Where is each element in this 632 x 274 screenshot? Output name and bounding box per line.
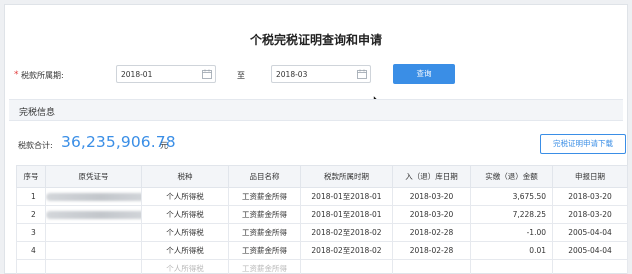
row-number [16, 259, 46, 274]
tax-type: 个人所得税 [141, 187, 229, 206]
total-summary: 税款合计: 36,235,906.78 元 完税证明申请下载 [5, 129, 627, 157]
section-title: 完税信息 [19, 108, 56, 118]
calendar-icon[interactable] [202, 69, 212, 79]
app-frame: 个税完税证明查询和申请 * 税款所属期: 2018-01 至 2018-03 查… [4, 4, 628, 274]
required-mark: * [14, 70, 19, 80]
column-header: 税种 [141, 165, 229, 188]
storage-date: 2018-03-20 [392, 187, 471, 206]
paid-amount: 0.01 [470, 241, 553, 260]
search-button[interactable]: 查询 [393, 64, 455, 84]
start-date-input[interactable]: 2018-01 [116, 65, 216, 83]
voucher-number [45, 259, 142, 274]
item-name: 工资薪金所得 [228, 241, 301, 260]
voucher-number [45, 223, 142, 242]
declare-date: 2005-04-04 [552, 223, 628, 242]
item-name: 工资薪金所得 [228, 259, 301, 274]
declare-date: 2018-03-20 [552, 187, 628, 206]
start-date-value: 2018-01 [121, 70, 153, 79]
voucher-number [45, 241, 142, 260]
currency-unit: 元 [160, 141, 168, 150]
table-row[interactable]: 2 个人所得税 工资薪金所得 2018-01至2018-01 2018-03-2… [16, 205, 628, 224]
tax-type: 个人所得税 [141, 223, 229, 242]
tax-period: 2018-02至2018-02 [300, 241, 393, 260]
column-header: 申报日期 [552, 165, 628, 188]
paid-amount: 7,228.25 [470, 205, 553, 224]
column-header: 原凭证号 [45, 165, 142, 188]
row-number: 1 [16, 187, 46, 206]
item-name: 工资薪金所得 [228, 205, 301, 224]
table-row[interactable]: 个人所得税 工资薪金所得 [16, 259, 628, 274]
calendar-icon[interactable] [357, 69, 367, 79]
item-name: 工资薪金所得 [228, 223, 301, 242]
table-row[interactable]: 4 个人所得税 工资薪金所得 2018-02至2018-02 2018-02-2… [16, 241, 628, 260]
column-header: 税款所属时期 [300, 165, 393, 188]
paid-amount [470, 259, 553, 274]
row-number: 4 [16, 241, 46, 260]
table-header-row: 序号 原凭证号 税种 品目名称 税款所属时期 入（退）库日期 实缴（退）金额 申… [16, 165, 628, 188]
total-label: 税款合计: [18, 141, 53, 150]
declare-date [552, 259, 628, 274]
row-number: 3 [16, 223, 46, 242]
tax-period-label: 税款所属期: [21, 71, 64, 80]
total-amount: 36,235,906.78 [61, 133, 176, 151]
end-date-input[interactable]: 2018-03 [271, 65, 371, 83]
tax-type: 个人所得税 [141, 259, 229, 274]
column-header: 品目名称 [228, 165, 301, 188]
end-date-value: 2018-03 [276, 70, 308, 79]
storage-date: 2018-03-20 [392, 205, 471, 224]
storage-date [392, 259, 471, 274]
item-name: 工资薪金所得 [228, 187, 301, 206]
tax-info-section-header: 完税信息 [9, 99, 623, 121]
column-header: 实缴（退）金额 [470, 165, 553, 188]
column-header: 入（退）库日期 [392, 165, 471, 188]
tax-period: 2018-02至2018-02 [300, 223, 393, 242]
tax-type: 个人所得税 [141, 241, 229, 260]
query-form: * 税款所属期: 2018-01 至 2018-03 查询 [5, 62, 627, 86]
storage-date: 2018-02-28 [392, 241, 471, 260]
column-header: 序号 [16, 165, 46, 188]
tax-records-table: 序号 原凭证号 税种 品目名称 税款所属时期 入（退）库日期 实缴（退）金额 申… [16, 165, 628, 274]
declare-date: 2005-04-04 [552, 241, 628, 260]
storage-date: 2018-02-28 [392, 223, 471, 242]
voucher-number-redacted [45, 205, 142, 224]
paid-amount: -1.00 [470, 223, 553, 242]
tax-period: 2018-01至2018-01 [300, 187, 393, 206]
table-row[interactable]: 1 个人所得税 工资薪金所得 2018-01至2018-01 2018-03-2… [16, 187, 628, 206]
paid-amount: 3,675.50 [470, 187, 553, 206]
tax-period [300, 259, 393, 274]
table-row[interactable]: 3 个人所得税 工资薪金所得 2018-02至2018-02 2018-02-2… [16, 223, 628, 242]
row-number: 2 [16, 205, 46, 224]
tax-period: 2018-01至2018-01 [300, 205, 393, 224]
certificate-download-button[interactable]: 完税证明申请下载 [540, 134, 626, 154]
page-title: 个税完税证明查询和申请 [249, 33, 382, 47]
voucher-number-redacted [45, 187, 142, 206]
declare-date: 2018-03-20 [552, 205, 628, 224]
to-label: 至 [237, 71, 245, 80]
tax-type: 个人所得税 [141, 205, 229, 224]
